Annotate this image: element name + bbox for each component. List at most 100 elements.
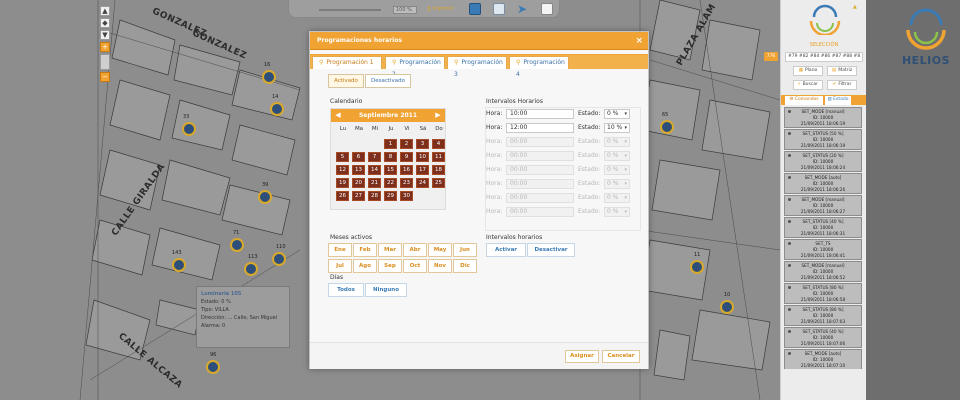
luminaire-marker[interactable] — [270, 102, 284, 116]
calendar-day[interactable]: 17 — [416, 165, 429, 175]
next-month-icon[interactable]: ▶ — [433, 109, 443, 122]
calendar-day[interactable]: 16 — [400, 165, 413, 175]
matriz-button[interactable]: ▤ Matriz — [827, 66, 857, 76]
asignar-button[interactable]: Asignar — [565, 350, 599, 363]
luminaire-marker[interactable] — [720, 300, 734, 314]
month-button[interactable]: Sep — [378, 259, 402, 273]
hora-input[interactable]: 00:00 — [506, 151, 574, 161]
list-item[interactable]: SET_STATUS [80 %] ID: 10000 21/09/2011 18:… — [784, 283, 862, 304]
hora-input[interactable]: 12:00 — [506, 123, 574, 133]
buscar-button[interactable]: ⌕ Buscar — [793, 80, 823, 90]
calendar-day[interactable]: 9 — [400, 152, 413, 162]
ninguno-button[interactable]: Ninguno — [365, 283, 407, 297]
calendar-day[interactable]: 26 — [336, 191, 349, 201]
list-item[interactable]: SET_MODE [auto] ID: 10000 21/09/2011 18:07… — [784, 349, 862, 369]
calendar-day[interactable]: 21 — [368, 178, 381, 188]
command-list[interactable]: SET_MODE [manual] ID: 10000 21/09/2011 18:… — [784, 107, 864, 369]
list-item[interactable]: SET_MODE [manual] ID: 10000 21/09/2011 18:… — [784, 261, 862, 282]
tab-estado[interactable]: ▥ Estado — [825, 96, 851, 105]
month-button[interactable]: Abr — [403, 243, 427, 257]
calendar-day[interactable]: 7 — [368, 152, 381, 162]
pointer-icon[interactable]: ➤ — [517, 3, 529, 15]
list-item[interactable]: SET_STATUS [40 %] ID: 10000 21/09/2011 18:… — [784, 217, 862, 238]
calendar-day[interactable]: 27 — [352, 191, 365, 201]
calendar-day[interactable]: 25 — [432, 178, 445, 188]
estado-select[interactable]: 10 % ▾ — [604, 123, 630, 133]
activar-button[interactable]: Activar — [486, 243, 526, 257]
month-button[interactable]: Oct — [403, 259, 427, 273]
hora-input[interactable]: 10:00 — [506, 109, 574, 119]
zoom-out-icon[interactable]: − — [100, 72, 110, 82]
list-item[interactable]: SET_MODE [manual] ID: 10000 21/09/2011 18:… — [784, 107, 862, 128]
calendar-day[interactable]: 3 — [416, 139, 429, 149]
luminaire-marker[interactable] — [244, 262, 258, 276]
cancelar-button[interactable]: Cancelar — [602, 350, 640, 363]
hora-input[interactable]: 00:00 — [506, 193, 574, 203]
calendar-day[interactable]: 28 — [368, 191, 381, 201]
estado-select[interactable]: 0 % ▾ — [604, 151, 630, 161]
luminaire-marker[interactable] — [258, 190, 272, 204]
tab-comandos[interactable]: ⚙ Comandos — [785, 96, 823, 105]
list-item[interactable]: SET_STATUS [80 %] ID: 10000 21/09/2011 18:… — [784, 305, 862, 326]
desactivado-toggle[interactable]: Desactivado — [365, 74, 411, 88]
list-item[interactable]: SET_MODE [auto] ID: 10000 21/09/2011 18:06… — [784, 173, 862, 194]
calendar-day[interactable]: 8 — [384, 152, 397, 162]
list-item[interactable]: SET_STATUS [50 %] ID: 10000 21/09/2011 18:… — [784, 129, 862, 150]
calendar-day[interactable]: 18 — [432, 165, 445, 175]
calendar-day[interactable]: 11 — [432, 152, 445, 162]
month-button[interactable]: Jun — [453, 243, 477, 257]
list-item[interactable]: SET_TS ID: 10000 21/09/2011 18:06:41 — [784, 239, 862, 260]
zoom-level-field[interactable]: 100 % — [393, 6, 417, 14]
activado-toggle[interactable]: Activado — [328, 74, 364, 88]
pan-left-right-icon[interactable]: ◆ — [100, 18, 110, 28]
tab-programacion-2[interactable]: ⚲Programación 2 — [385, 56, 445, 78]
luminaire-marker[interactable] — [172, 258, 186, 272]
zoom-slider-track[interactable] — [319, 9, 381, 11]
month-button[interactable]: May — [428, 243, 452, 257]
month-button[interactable]: Ene — [328, 243, 352, 257]
estado-select[interactable]: 0 % ▾ — [604, 179, 630, 189]
prev-month-icon[interactable]: ◀ — [333, 109, 343, 122]
calendar-day[interactable]: 5 — [336, 152, 349, 162]
luminaire-marker[interactable] — [272, 252, 286, 266]
calendar-day[interactable]: 29 — [384, 191, 397, 201]
calendar-day[interactable]: 10 — [416, 152, 429, 162]
calendar-day[interactable]: 6 — [352, 152, 365, 162]
zoom-in-icon[interactable]: + — [100, 42, 110, 52]
calendar-day[interactable]: 4 — [432, 139, 445, 149]
month-button[interactable]: Jul — [328, 259, 352, 273]
pan-up-icon[interactable]: ▲ — [100, 6, 110, 16]
tab-programacion-1[interactable]: ⚲ Programación 1 — [312, 56, 382, 69]
calendar-day[interactable]: 23 — [400, 178, 413, 188]
hora-input[interactable]: 00:00 — [506, 207, 574, 217]
calendar-day[interactable]: 19 — [336, 178, 349, 188]
print-button[interactable]: ⎙ Imprimir — [427, 6, 454, 12]
month-button[interactable]: Mar — [378, 243, 402, 257]
zoom-slider[interactable] — [100, 54, 110, 70]
tab-programacion-4[interactable]: ⚲ Programación 4 — [509, 56, 569, 78]
luminaire-marker[interactable] — [230, 238, 244, 252]
luminaire-marker[interactable] — [690, 260, 704, 274]
calendar-day[interactable]: 20 — [352, 178, 365, 188]
plano-button[interactable]: ▦ Plano — [793, 66, 823, 76]
hora-input[interactable]: 00:00 — [506, 137, 574, 147]
filtrar-button[interactable]: ✔ Filtrar — [827, 80, 857, 90]
table-view-icon[interactable] — [493, 3, 505, 15]
close-icon[interactable]: × — [635, 32, 643, 50]
estado-select[interactable]: 0 % ▾ — [604, 193, 630, 203]
calendar-day[interactable]: 1 — [384, 139, 397, 149]
pan-down-icon[interactable]: ▼ — [100, 30, 110, 40]
calendar-day[interactable]: 13 — [352, 165, 365, 175]
luminaire-marker[interactable] — [660, 120, 674, 134]
todos-button[interactable]: Todos — [328, 283, 364, 297]
list-item[interactable]: SET_MODE [manual] ID: 10000 21/09/2011 18:… — [784, 195, 862, 216]
hora-input[interactable]: 00:00 — [506, 179, 574, 189]
selection-combo[interactable]: #79 #82 #84 #86 #87 #88 #8 — [785, 52, 863, 62]
calendar-day[interactable]: 2 — [400, 139, 413, 149]
month-button[interactable]: Dic — [453, 259, 477, 273]
month-button[interactable]: Nov — [428, 259, 452, 273]
calendar-day[interactable]: 15 — [384, 165, 397, 175]
list-item[interactable]: SET_STATUS [40 %] ID: 10000 21/09/2011 18:… — [784, 327, 862, 348]
calendar-day[interactable]: 12 — [336, 165, 349, 175]
luminaire-marker[interactable] — [206, 360, 220, 374]
